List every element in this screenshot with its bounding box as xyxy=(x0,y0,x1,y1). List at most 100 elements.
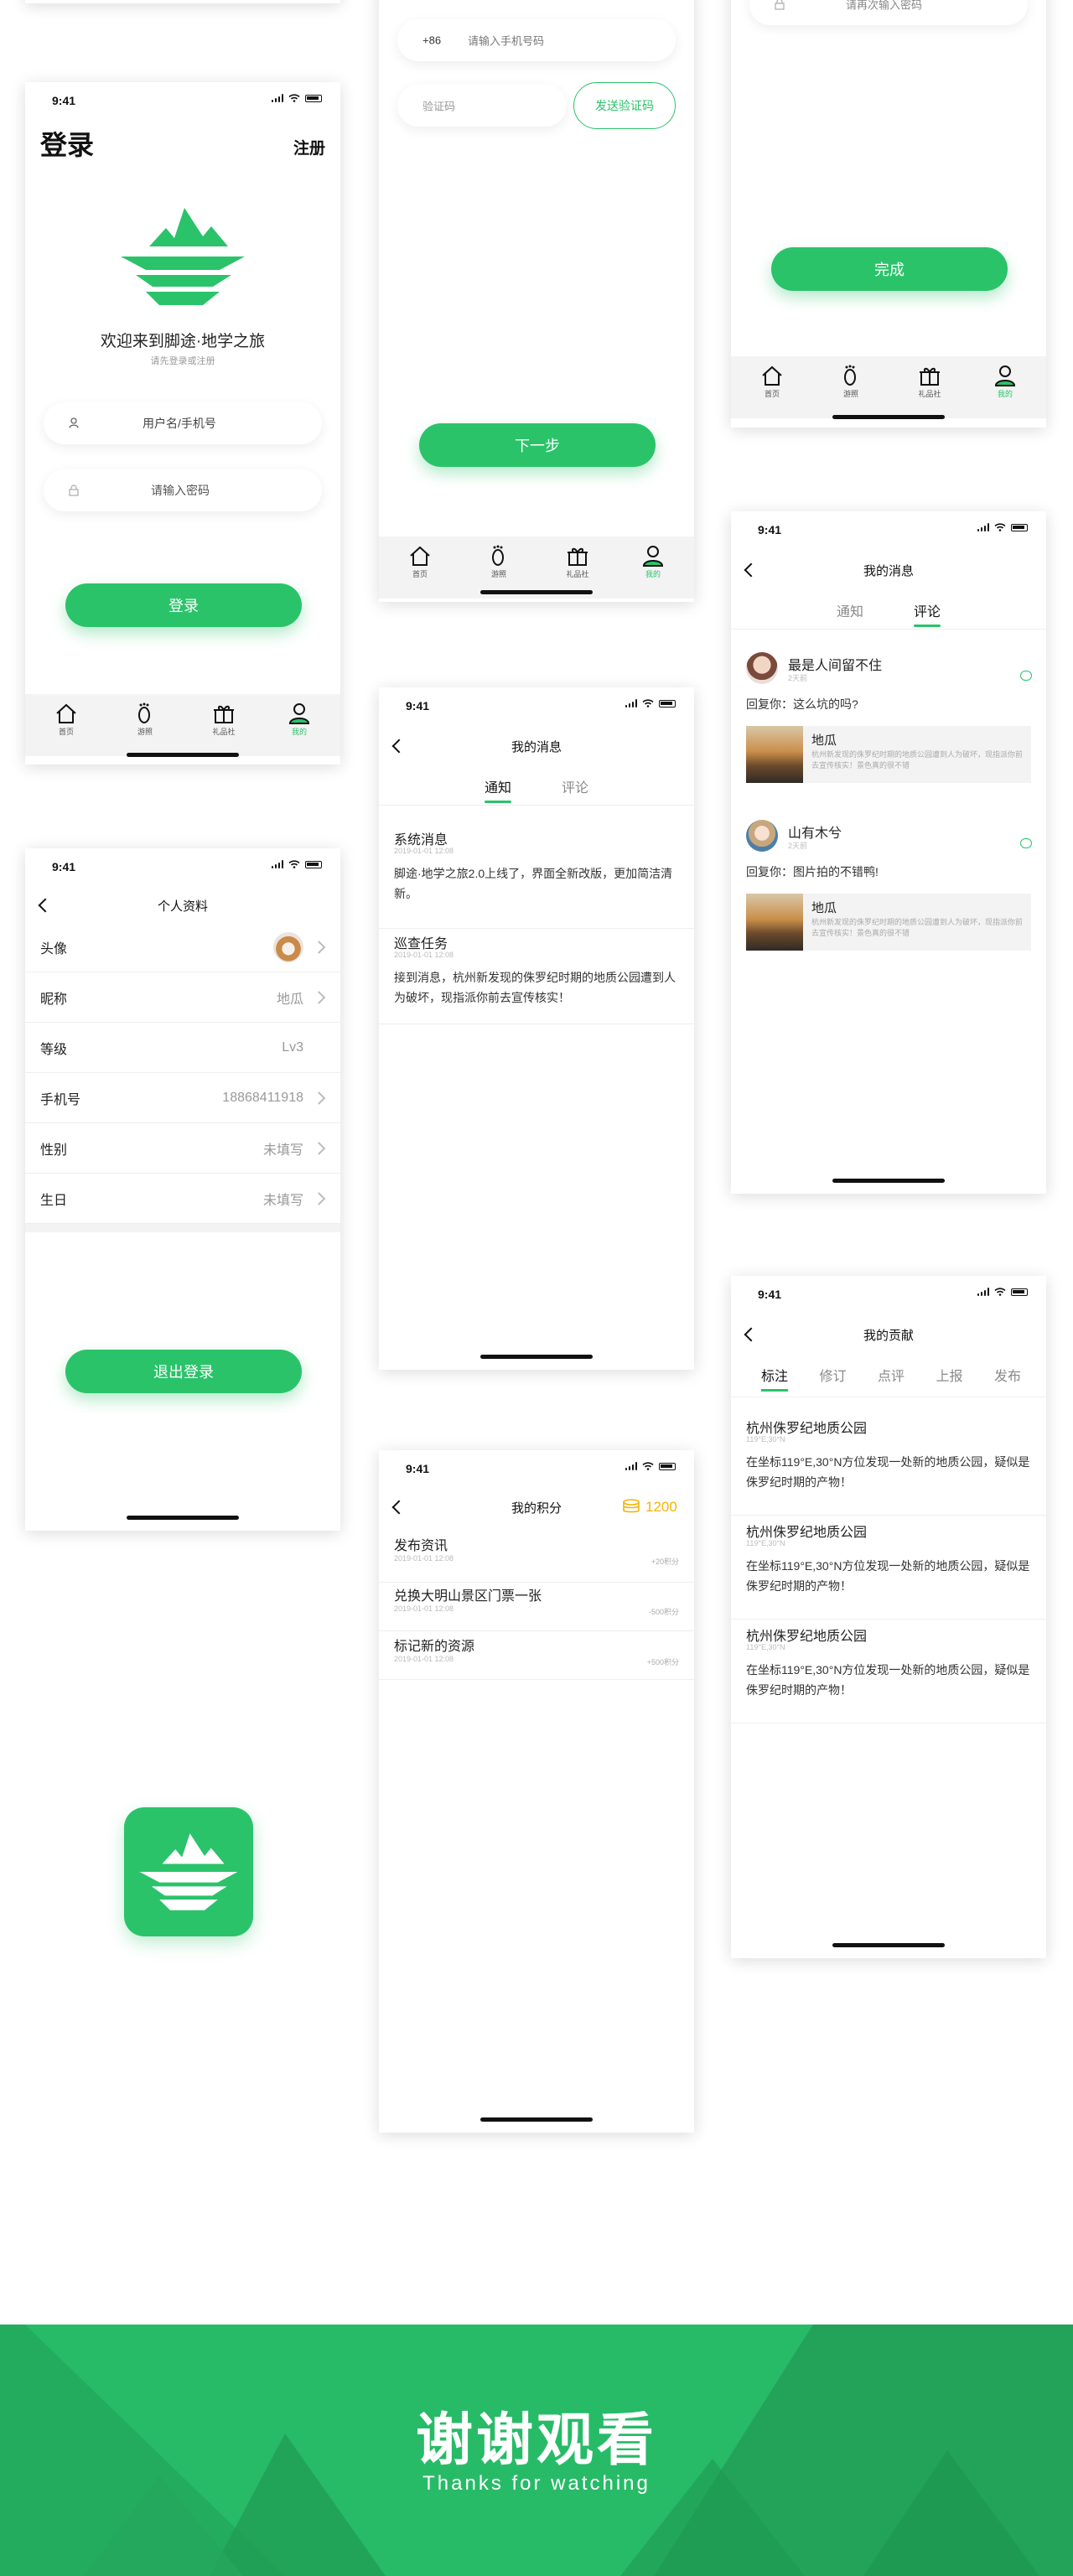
notice-title: 巡查任务 xyxy=(394,937,448,951)
footprint-icon xyxy=(492,545,504,566)
tab-report[interactable]: 上报 xyxy=(936,1365,962,1392)
contrib-body: 在坐标119°E,30°N方位发现一处新的地质公园，疑似是侏罗纪时期的产物！ xyxy=(746,1455,1030,1489)
tab-mine[interactable]: 我的 xyxy=(984,365,1026,399)
list-item[interactable]: 杭州侏罗纪地质公园 119°E,30°N 在坐标119°E,30°N方位发现一处… xyxy=(731,1625,1046,1723)
tab-label: 首页 xyxy=(764,390,780,398)
tab-home[interactable]: 首页 xyxy=(399,545,441,579)
list-item[interactable]: 杭州侏罗纪地质公园 119°E,30°N 在坐标119°E,30°N方位发现一处… xyxy=(731,1417,1046,1516)
comment-icon[interactable] xyxy=(1020,838,1032,848)
nav-title: 我的贡献 xyxy=(863,1329,914,1343)
code-placeholder: 验证码 xyxy=(422,100,456,113)
list-item[interactable]: 兑换大明山景区门票一张 2019-01-01 12:08 -500积分 xyxy=(379,1583,694,1631)
tab-label: 我的 xyxy=(645,570,661,578)
row-label: 头像 xyxy=(40,941,68,956)
user-icon xyxy=(994,365,1016,386)
list-item[interactable]: 发布资讯 2019-01-01 12:08 +20积分 xyxy=(379,1534,694,1583)
tab-home[interactable]: 首页 xyxy=(751,365,793,399)
tab-review[interactable]: 点评 xyxy=(878,1365,905,1392)
list-item[interactable]: 标记新的资源 2019-01-01 12:08 +500积分 xyxy=(379,1631,694,1680)
user-icon xyxy=(642,546,664,567)
chevron-right-icon xyxy=(312,1141,326,1155)
post-card[interactable]: 地瓜 杭州新发现的侏罗纪时期的地质公园遭到人为破坏，现指派你前去宣传核实！景色真… xyxy=(746,894,1031,951)
status-bar: 9:41 xyxy=(379,687,694,724)
row-gender[interactable]: 性别 未填写 xyxy=(25,1123,340,1174)
home-indicator xyxy=(127,753,239,757)
list-item[interactable]: 系统消息 2019-01-01 12:08 脚途·地学之旅2.0上线了，界面全新… xyxy=(379,828,694,929)
tab-home[interactable]: 首页 xyxy=(45,702,87,737)
tab-trip[interactable]: 游照 xyxy=(830,365,872,399)
logout-button[interactable]: 退出登录 xyxy=(65,1350,302,1393)
status-bar: 9:41 xyxy=(25,848,340,885)
user-icon xyxy=(69,417,79,428)
row-label: 手机号 xyxy=(40,1092,81,1107)
post-title: 地瓜 xyxy=(811,733,837,748)
row-value: 18868411918 xyxy=(222,1090,303,1105)
list-item[interactable]: 最是人间留不住 2天前 回复你：这么坑的吗? 地瓜 杭州新发现的侏罗纪时期的地质… xyxy=(731,652,1046,811)
points-item-delta: +500积分 xyxy=(646,1658,679,1666)
tabbar: 首页 游照 礼品社 我的 xyxy=(379,536,694,599)
tab-label: 首页 xyxy=(412,570,428,578)
welcome-subtitle: 请先登录或注册 xyxy=(150,356,215,366)
notice-body: 脚途·地学之旅2.0上线了，界面全新改版，更加简洁清新。 xyxy=(394,867,673,900)
tab-revise[interactable]: 修订 xyxy=(819,1365,846,1392)
row-birthday[interactable]: 生日 未填写 xyxy=(25,1174,340,1224)
wifi-icon xyxy=(288,860,300,868)
battery-icon xyxy=(1011,1288,1028,1296)
list-item[interactable]: 巡查任务 2019-01-01 12:08 接到消息，杭州新发现的侏罗纪时期的地… xyxy=(379,932,694,1024)
tab-notice[interactable]: 通知 xyxy=(484,776,512,803)
tab-trip[interactable]: 游照 xyxy=(478,545,520,579)
tab-gift[interactable]: 礼品社 xyxy=(203,702,245,737)
password-field[interactable]: 请输入密码 xyxy=(44,469,322,511)
message-tabs: 通知 评论 xyxy=(731,600,1046,627)
send-code-button[interactable]: 发送验证码 xyxy=(573,82,676,129)
tab-comment[interactable]: 评论 xyxy=(914,600,941,627)
tabbar: 首页 游照 礼品社 我的 xyxy=(25,694,340,756)
wifi-icon xyxy=(994,1288,1006,1296)
home-indicator xyxy=(832,1943,945,1947)
battery-icon xyxy=(305,94,322,102)
tab-trip[interactable]: 游照 xyxy=(124,702,166,737)
tab-label: 礼品社 xyxy=(566,570,589,578)
tab-notice[interactable]: 通知 xyxy=(837,600,863,620)
phone-field[interactable]: +86 请输入手机号码 xyxy=(397,19,676,61)
wifi-icon xyxy=(642,1462,654,1470)
row-nickname[interactable]: 昵称 地瓜 xyxy=(25,972,340,1023)
status-bar: 9:41 xyxy=(379,1450,694,1487)
country-code[interactable]: +86 xyxy=(422,34,441,47)
tab-mark[interactable]: 标注 xyxy=(761,1365,789,1392)
row-phone[interactable]: 手机号 18868411918 xyxy=(25,1073,340,1123)
code-field[interactable]: 验证码 xyxy=(397,85,567,127)
comment-icon[interactable] xyxy=(1020,671,1032,681)
status-time: 9:41 xyxy=(758,523,782,536)
chevron-right-icon xyxy=(312,1091,326,1105)
post-card[interactable]: 地瓜 杭州新发现的侏罗纪时期的地质公园遭到人为破坏，现指派你前去宣传核实！景色真… xyxy=(746,726,1031,783)
tab-mine[interactable]: 我的 xyxy=(278,702,320,737)
register-link[interactable]: 注册 xyxy=(293,136,325,158)
points-item-title: 发布资讯 xyxy=(394,1539,448,1553)
tab-gift[interactable]: 礼品社 xyxy=(909,365,951,399)
tab-gift[interactable]: 礼品社 xyxy=(557,545,599,579)
row-avatar[interactable]: 头像 xyxy=(25,922,340,972)
next-button[interactable]: 下一步 xyxy=(419,423,656,467)
canvas: { "status_time": "9:41", "login": { "tit… xyxy=(0,0,1073,2576)
nav-title: 我的消息 xyxy=(863,564,914,578)
row-label: 性别 xyxy=(40,1143,68,1158)
list-item[interactable]: 杭州侏罗纪地质公园 119°E,30°N 在坐标119°E,30°N方位发现一处… xyxy=(731,1521,1046,1620)
top-partial-card-left xyxy=(25,0,340,3)
tab-mine[interactable]: 我的 xyxy=(632,545,674,579)
login-screen: 9:41 登录 注册 欢迎来到脚途·地学之旅 请先登录或注册 用户名/手机号 请… xyxy=(25,82,340,765)
login-button[interactable]: 登录 xyxy=(65,583,302,627)
points-item-time: 2019-01-01 12:08 xyxy=(394,1604,454,1613)
done-button[interactable]: 完成 xyxy=(771,247,1008,291)
username-field[interactable]: 用户名/手机号 xyxy=(44,402,322,444)
tab-publish[interactable]: 发布 xyxy=(994,1365,1021,1392)
list-item[interactable]: 山有木兮 2天前 回复你：图片拍的不错鸭! 地瓜 杭州新发现的侏罗纪时期的地质公… xyxy=(731,820,1046,979)
wifi-icon xyxy=(994,523,1006,531)
confirm-password-field[interactable]: 请再次输入密码 xyxy=(749,0,1028,25)
contrib-title: 杭州侏罗纪地质公园 xyxy=(746,1630,868,1644)
row-label: 等级 xyxy=(40,1042,68,1057)
tab-comment[interactable]: 评论 xyxy=(562,776,588,796)
battery-icon xyxy=(659,699,676,707)
signal-icon xyxy=(977,523,989,531)
contrib-body: 在坐标119°E,30°N方位发现一处新的地质公园，疑似是侏罗纪时期的产物！ xyxy=(746,1663,1030,1697)
